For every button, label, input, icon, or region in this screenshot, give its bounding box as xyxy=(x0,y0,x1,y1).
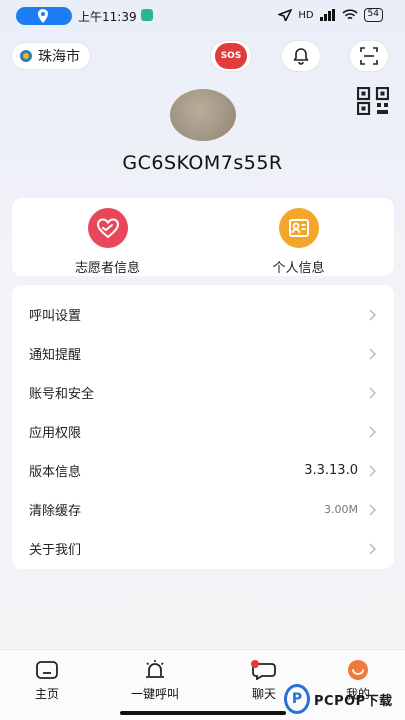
volunteer-info-label: 志愿者信息 xyxy=(74,261,140,276)
chevron-right-icon xyxy=(369,347,376,360)
cache-size-value: 3.00M xyxy=(324,503,358,516)
home-indicator[interactable] xyxy=(120,711,286,715)
username: GC6SKOM7s55R xyxy=(122,152,283,174)
watermark-text: PCPOP下载 xyxy=(314,693,393,709)
settings-row-notification[interactable]: 通知提醒 xyxy=(12,334,394,373)
city-name: 珠海市 xyxy=(38,49,80,65)
chevron-right-icon xyxy=(369,386,376,399)
settings-row-about[interactable]: 关于我们 xyxy=(12,529,394,568)
alarm-icon xyxy=(146,660,164,678)
location-pin-icon xyxy=(38,9,48,23)
chevron-right-icon xyxy=(369,503,376,516)
signal-icon xyxy=(319,9,335,21)
qr-code-icon xyxy=(357,87,389,115)
chevron-right-icon xyxy=(369,542,376,555)
status-indicators: HD 54 xyxy=(278,8,383,22)
settings-row-version[interactable]: 版本信息 3.3.13.0 xyxy=(12,451,394,490)
city-selector[interactable]: 珠海市 xyxy=(11,42,91,70)
chevron-right-icon xyxy=(369,464,376,477)
heart-hands-icon xyxy=(87,208,128,248)
scan-button[interactable] xyxy=(349,40,389,72)
watermark-logo: P xyxy=(284,684,310,714)
chat-icon xyxy=(251,660,276,680)
notification-button[interactable] xyxy=(281,40,321,72)
settings-row-account[interactable]: 账号和安全 xyxy=(12,373,394,412)
settings-row-label: 清除缓存 xyxy=(29,504,82,519)
tab-home-label: 主页 xyxy=(34,687,59,701)
sos-label: SOS xyxy=(215,43,247,69)
id-card-icon xyxy=(278,208,319,248)
personal-info-label: 个人信息 xyxy=(272,261,325,276)
quick-actions-card: 志愿者信息 个人信息 xyxy=(12,198,394,276)
tab-home[interactable]: 主页 xyxy=(7,660,87,702)
wifi-icon xyxy=(341,9,358,20)
battery-indicator: 54 xyxy=(363,8,383,22)
version-value: 3.3.13.0 xyxy=(304,463,358,478)
bell-icon xyxy=(293,48,309,65)
settings-row-call[interactable]: 呼叫设置 xyxy=(12,295,394,334)
qr-code-button[interactable] xyxy=(356,86,390,116)
chevron-right-icon xyxy=(369,425,376,438)
status-time: 上午11:39 xyxy=(78,10,137,24)
settings-row-clear-cache[interactable]: 清除缓存 3.00M xyxy=(12,490,394,529)
navigation-icon xyxy=(141,9,153,21)
settings-row-label: 版本信息 xyxy=(29,465,82,480)
settings-row-label: 关于我们 xyxy=(29,543,82,558)
personal-info-button[interactable]: 个人信息 xyxy=(203,198,394,276)
watermark: P PCPOP下载 xyxy=(284,682,393,716)
home-icon xyxy=(36,661,58,679)
status-bar: 上午11:39 HD 54 xyxy=(0,0,405,34)
settings-row-permissions[interactable]: 应用权限 xyxy=(12,412,394,451)
tab-one-key-call[interactable]: 一键呼叫 xyxy=(115,660,195,702)
hd-label: HD xyxy=(298,9,314,21)
settings-row-label: 呼叫设置 xyxy=(29,309,82,324)
scan-icon xyxy=(360,47,378,65)
chevron-right-icon xyxy=(369,308,376,321)
settings-row-label: 账号和安全 xyxy=(29,387,95,402)
tab-chat-label: 聊天 xyxy=(251,687,276,701)
sos-button[interactable]: SOS xyxy=(210,40,252,72)
settings-row-label: 应用权限 xyxy=(29,426,82,441)
volunteer-info-button[interactable]: 志愿者信息 xyxy=(12,198,203,276)
settings-list: 呼叫设置 通知提醒 账号和安全 应用权限 版本信息 3.3.13.0 清除缓存 … xyxy=(12,285,394,569)
profile-icon xyxy=(348,660,368,680)
city-location-icon xyxy=(20,50,32,62)
location-arrow-icon xyxy=(278,9,293,21)
settings-row-label: 通知提醒 xyxy=(29,348,82,363)
location-pill xyxy=(16,7,72,25)
avatar[interactable] xyxy=(170,89,236,141)
tab-one-key-call-label: 一键呼叫 xyxy=(130,687,179,701)
